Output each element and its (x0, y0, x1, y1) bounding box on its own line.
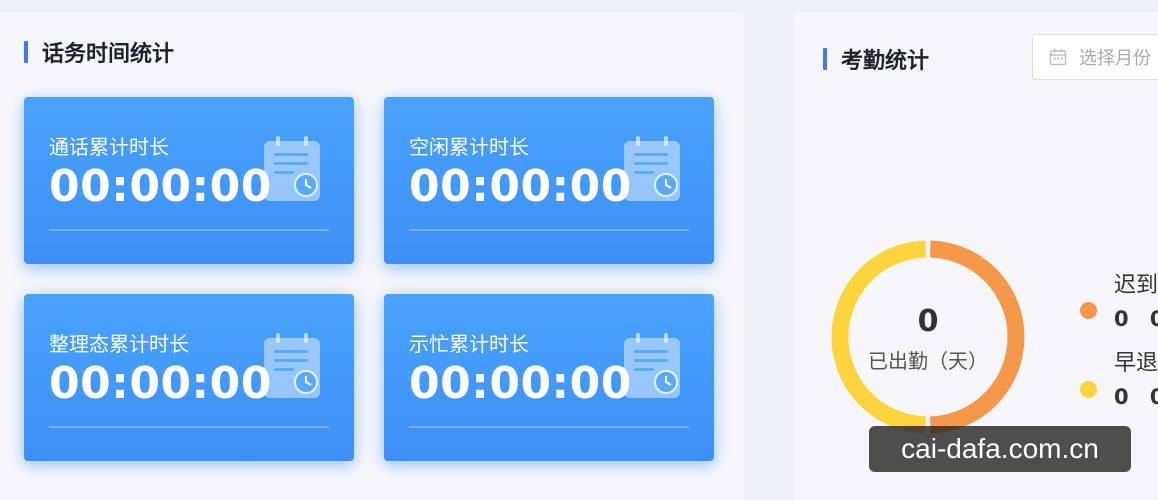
calendar-icon (1049, 49, 1067, 66)
card-label: 示忙累计时长 (409, 332, 529, 356)
attendance-title: 考勤统计 (823, 43, 929, 75)
legend-name: 早退 (1114, 351, 1158, 376)
month-picker[interactable]: 选择月份 (1032, 34, 1158, 80)
document-clock-icon (624, 136, 680, 201)
legend-dot (1080, 302, 1097, 319)
card-divider (409, 229, 689, 231)
card-label: 通话累计时长 (49, 135, 169, 159)
card-divider (409, 426, 689, 428)
legend-dot (1080, 381, 1097, 398)
card-label: 整理态累计时长 (49, 332, 189, 356)
title-accent-bar (24, 41, 28, 63)
card-value: 00:00:00 (409, 161, 632, 212)
talk-duration-card: 通话累计时长 00:00:00 (24, 97, 354, 264)
donut-center: 0 已出勤（天） (828, 304, 1028, 374)
watermark: cai-dafa.com.cn (869, 426, 1131, 472)
attendance-days-value: 0 (917, 304, 939, 339)
call-stats-title: 话务时间统计 (24, 36, 174, 68)
idle-duration-card: 空闲累计时长 00:00:00 (384, 97, 714, 264)
card-divider (49, 426, 329, 428)
card-value: 00:00:00 (49, 161, 272, 212)
document-clock-icon (264, 333, 320, 398)
attendance-title-text: 考勤统计 (841, 49, 930, 74)
title-accent-bar (823, 48, 827, 70)
legend-values: 0 0 (1114, 307, 1158, 331)
document-clock-icon (624, 333, 680, 398)
legend-values: 0 0 (1114, 385, 1158, 409)
attendance-days-label: 已出勤（天） (868, 349, 988, 373)
call-stats-title-text: 话务时间统计 (42, 42, 175, 67)
legend-name: 迟到 (1114, 273, 1158, 298)
busy-duration-card: 示忙累计时长 00:00:00 (384, 294, 714, 461)
card-divider (49, 229, 329, 231)
wrapup-duration-card: 整理态累计时长 00:00:00 (24, 294, 354, 461)
card-value: 00:00:00 (409, 358, 632, 409)
card-value: 00:00:00 (49, 358, 272, 409)
document-clock-icon (264, 136, 320, 201)
month-picker-placeholder: 选择月份 (1079, 48, 1151, 69)
card-label: 空闲累计时长 (409, 135, 529, 159)
